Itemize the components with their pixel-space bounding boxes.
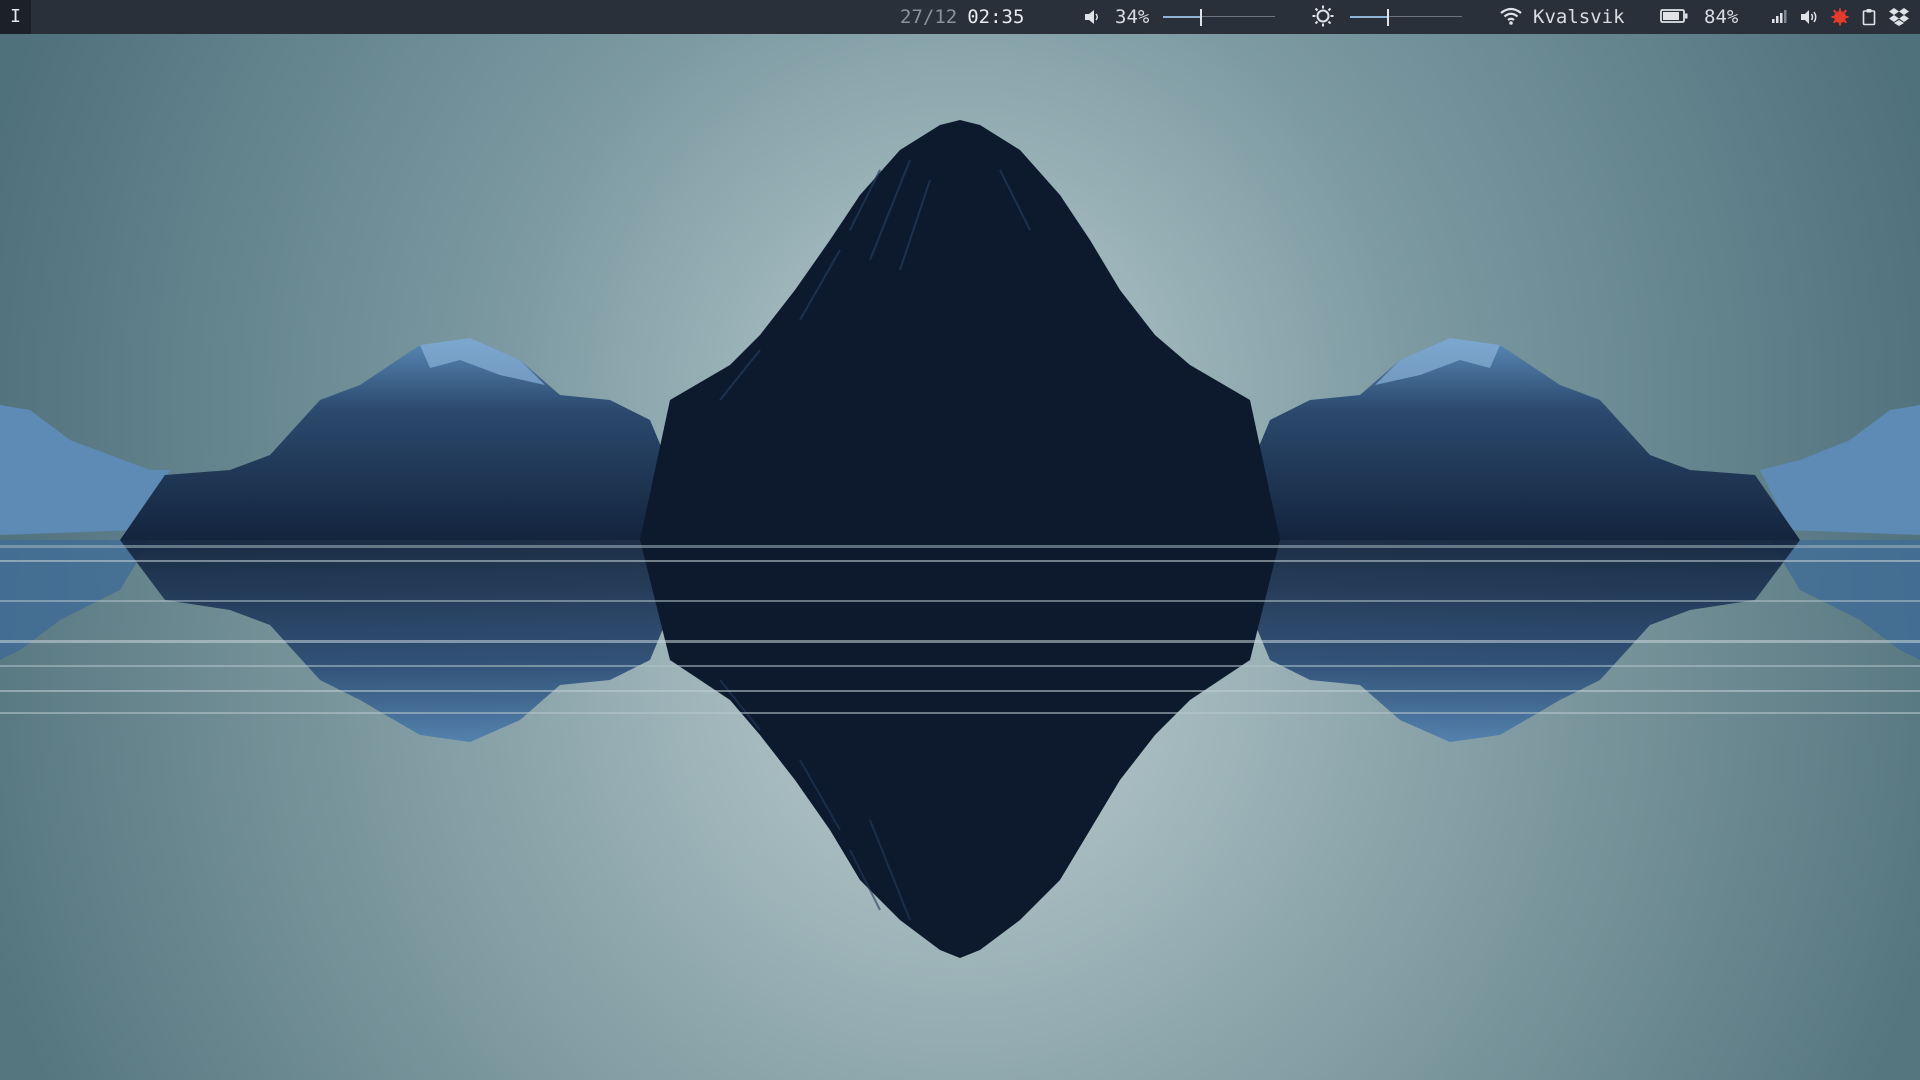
clock[interactable]: 27/12 02:35: [900, 0, 1024, 34]
date-label: 27/12: [900, 6, 958, 28]
desktop: I 27/12 02:35 34% Kvalsvik 84%: [0, 0, 1920, 1080]
volume-slider-knob[interactable]: [1200, 9, 1202, 26]
dropbox-icon[interactable]: [1888, 7, 1910, 27]
volume-tray-icon[interactable]: [1800, 9, 1820, 25]
battery-percent: 84%: [1704, 6, 1739, 28]
battery-fill: [1663, 12, 1679, 20]
brightness-slider-fill: [1350, 16, 1388, 18]
workspace-indicator[interactable]: I: [0, 0, 31, 34]
volume-slider[interactable]: [1163, 9, 1275, 26]
volume-percent: 34%: [1115, 6, 1150, 28]
brightness-slider-knob[interactable]: [1387, 9, 1389, 26]
wifi-icon[interactable]: [1499, 6, 1523, 26]
battery-icon[interactable]: [1660, 8, 1688, 24]
red-gear-icon[interactable]: [1831, 8, 1849, 26]
speaker-icon[interactable]: [1083, 8, 1101, 26]
clipboard-icon[interactable]: [1862, 8, 1876, 26]
wallpaper-mountain-reflection: [0, 0, 1920, 1080]
sun-icon[interactable]: [1312, 5, 1334, 27]
brightness-slider[interactable]: [1350, 9, 1462, 26]
volume-slider-fill: [1163, 16, 1201, 18]
network-ssid[interactable]: Kvalsvik: [1533, 0, 1625, 34]
volume-slider-track: [1201, 16, 1275, 17]
brightness-slider-track: [1388, 16, 1462, 17]
time-label: 02:35: [967, 6, 1025, 28]
signal-bars-icon[interactable]: [1771, 9, 1787, 24]
top-status-bar: I 27/12 02:35 34% Kvalsvik 84%: [0, 0, 1920, 34]
